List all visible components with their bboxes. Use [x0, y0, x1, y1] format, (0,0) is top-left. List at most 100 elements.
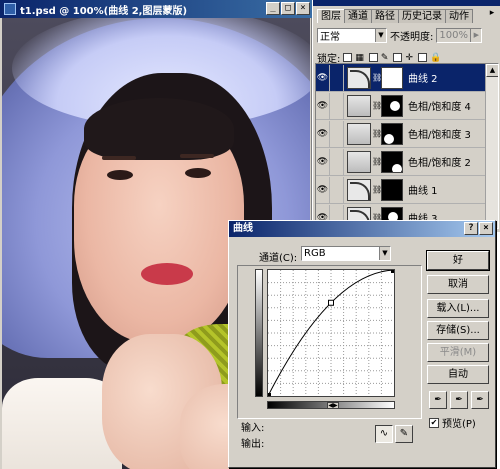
- layer-name: 色相/饱和度 4: [408, 102, 471, 113]
- lock-all-checkbox[interactable]: [417, 53, 427, 62]
- layer-row[interactable]: 👁 ⛓ 色相/饱和度 4: [316, 92, 486, 120]
- layer-brush-slot[interactable]: [330, 120, 344, 147]
- layer-mask-thumbnail[interactable]: [381, 66, 403, 89]
- layer-brush-slot[interactable]: [330, 148, 344, 175]
- hue-saturation-thumbnail: [347, 150, 371, 173]
- eye-icon[interactable]: 👁: [316, 92, 330, 119]
- black-eyedropper-icon[interactable]: ✒: [429, 391, 447, 409]
- curve-control-point[interactable]: [328, 299, 334, 306]
- eye-icon[interactable]: 👁: [316, 176, 330, 203]
- photoshop-icon: [4, 3, 16, 15]
- preview-label: 预览(P): [442, 419, 476, 430]
- lock-icon: 🔒: [429, 52, 442, 63]
- link-icon[interactable]: ⛓: [372, 129, 382, 138]
- curves-dialog: 曲线 ? × 通道(C): RGB ▼ ◀▶ 输入: 输出: ∿ ✎ 好 取消 …: [228, 220, 496, 468]
- bangs: [84, 98, 234, 160]
- layer-mask-thumbnail[interactable]: [381, 122, 403, 145]
- move-icon: ✛: [405, 52, 413, 63]
- gradient-toggle-icon[interactable]: ◀▶: [327, 402, 339, 409]
- lock-position-checkbox[interactable]: [393, 53, 403, 62]
- right-eye: [185, 168, 211, 178]
- tab-actions[interactable]: 动作: [445, 9, 473, 23]
- layers-panel: 图层 通道 路径 历史记录 动作 ▸ 正常 ▼ 不透明度: 100% ▶ 锁定:…: [312, 0, 500, 232]
- cancel-button[interactable]: 取消: [427, 275, 489, 294]
- layer-row[interactable]: 👁 ⛓ 曲线 2: [316, 64, 486, 92]
- channel-select[interactable]: RGB ▼: [301, 246, 391, 261]
- curves-thumbnail: [347, 66, 371, 89]
- left-eye: [107, 170, 133, 180]
- document-titlebar[interactable]: t1.psd @ 100%(曲线 2,图层蒙版) _ □ ×: [0, 0, 312, 18]
- curves-thumbnail: [347, 178, 371, 201]
- blend-mode-select[interactable]: 正常 ▼: [317, 28, 387, 43]
- layer-name: 曲线 2: [408, 74, 438, 85]
- chevron-down-icon: ▼: [379, 247, 390, 260]
- tab-layers[interactable]: 图层: [317, 9, 345, 23]
- curve-graph[interactable]: [265, 267, 397, 399]
- dialog-titlebar[interactable]: 曲线 ? ×: [229, 221, 495, 237]
- layer-list: 👁 ⛓ 曲线 2 👁 ⛓ 色相/饱和度 4 👁 ⛓ 色相/饱和度 3 👁 ⛓ 色…: [315, 63, 499, 229]
- preview-option[interactable]: ✔ 预览(P): [429, 415, 476, 430]
- document-title: t1.psd @ 100%(曲线 2,图层蒙版): [20, 5, 188, 17]
- curve-svg[interactable]: [265, 267, 397, 399]
- preview-checkbox[interactable]: ✔: [429, 417, 439, 428]
- curve-control-point[interactable]: [391, 267, 397, 273]
- maximize-button[interactable]: □: [281, 2, 295, 15]
- close-button[interactable]: ×: [296, 2, 310, 15]
- eye-icon[interactable]: 👁: [316, 64, 330, 91]
- minimize-button[interactable]: _: [266, 2, 280, 15]
- layer-mask-thumbnail[interactable]: [381, 178, 403, 201]
- layer-row[interactable]: 👁 ⛓ 曲线 1: [316, 176, 486, 204]
- panel-menu-icon[interactable]: ▸: [486, 8, 498, 22]
- layer-brush-slot[interactable]: [330, 92, 344, 119]
- layer-mask-thumbnail[interactable]: [381, 94, 403, 117]
- layer-name: 色相/饱和度 2: [408, 158, 471, 169]
- opacity-value: 100%: [439, 30, 468, 41]
- load-button[interactable]: 载入(L)...: [427, 299, 489, 318]
- save-button[interactable]: 存储(S)...: [427, 321, 489, 340]
- eye-icon[interactable]: 👁: [316, 148, 330, 175]
- tab-history[interactable]: 历史记录: [398, 9, 446, 23]
- tab-channels[interactable]: 通道: [344, 9, 372, 23]
- layer-name: 曲线 1: [408, 186, 438, 197]
- panel-drag-bar[interactable]: [313, 0, 500, 6]
- link-icon[interactable]: ⛓: [372, 185, 382, 194]
- output-label: 输出:: [241, 439, 265, 450]
- blend-opacity-row: 正常 ▼ 不透明度: 100% ▶: [317, 28, 483, 43]
- panel-tabs: 图层 通道 路径 历史记录 动作: [317, 9, 473, 23]
- layer-row[interactable]: 👁 ⛓ 色相/饱和度 3: [316, 120, 486, 148]
- opacity-field[interactable]: 100% ▶: [436, 28, 483, 43]
- brush-icon: ✎: [380, 52, 389, 63]
- white-eyedropper-icon[interactable]: ✒: [471, 391, 489, 409]
- layer-brush-slot[interactable]: [330, 64, 344, 91]
- pencil-tool-button[interactable]: ✎: [395, 425, 413, 443]
- curve-tool-button[interactable]: ∿: [375, 425, 393, 443]
- smooth-button[interactable]: 平滑(M): [427, 343, 489, 362]
- channel-value: RGB: [304, 248, 326, 259]
- eye-icon[interactable]: 👁: [316, 120, 330, 147]
- right-eyebrow: [180, 154, 214, 158]
- link-icon[interactable]: ⛓: [372, 157, 382, 166]
- lock-transparency-checkbox[interactable]: [343, 53, 353, 62]
- auto-button[interactable]: 自动: [427, 365, 489, 384]
- hue-saturation-thumbnail: [347, 122, 371, 145]
- chevron-right-icon: ▶: [470, 29, 482, 42]
- lock-image-checkbox[interactable]: [368, 53, 378, 62]
- help-button[interactable]: ?: [464, 222, 478, 235]
- layer-row[interactable]: 👁 ⛓ 色相/饱和度 2: [316, 148, 486, 176]
- link-icon[interactable]: ⛓: [372, 73, 382, 82]
- gray-eyedropper-icon[interactable]: ✒: [450, 391, 468, 409]
- link-icon[interactable]: ⛓: [372, 101, 382, 110]
- layer-list-scrollbar[interactable]: ▲: [485, 64, 498, 228]
- dialog-title: 曲线: [233, 223, 253, 234]
- blend-mode-value: 正常: [320, 32, 340, 43]
- scroll-up-icon[interactable]: ▲: [486, 64, 498, 77]
- tab-paths[interactable]: 路径: [371, 9, 399, 23]
- layer-brush-slot[interactable]: [330, 176, 344, 203]
- curve-control-point[interactable]: [265, 393, 271, 399]
- layer-mask-thumbnail[interactable]: [381, 150, 403, 173]
- document-window-buttons: _ □ ×: [266, 2, 310, 15]
- chevron-down-icon: ▼: [375, 29, 386, 42]
- lips: [141, 263, 193, 285]
- close-button[interactable]: ×: [479, 222, 493, 235]
- ok-button[interactable]: 好: [426, 250, 490, 271]
